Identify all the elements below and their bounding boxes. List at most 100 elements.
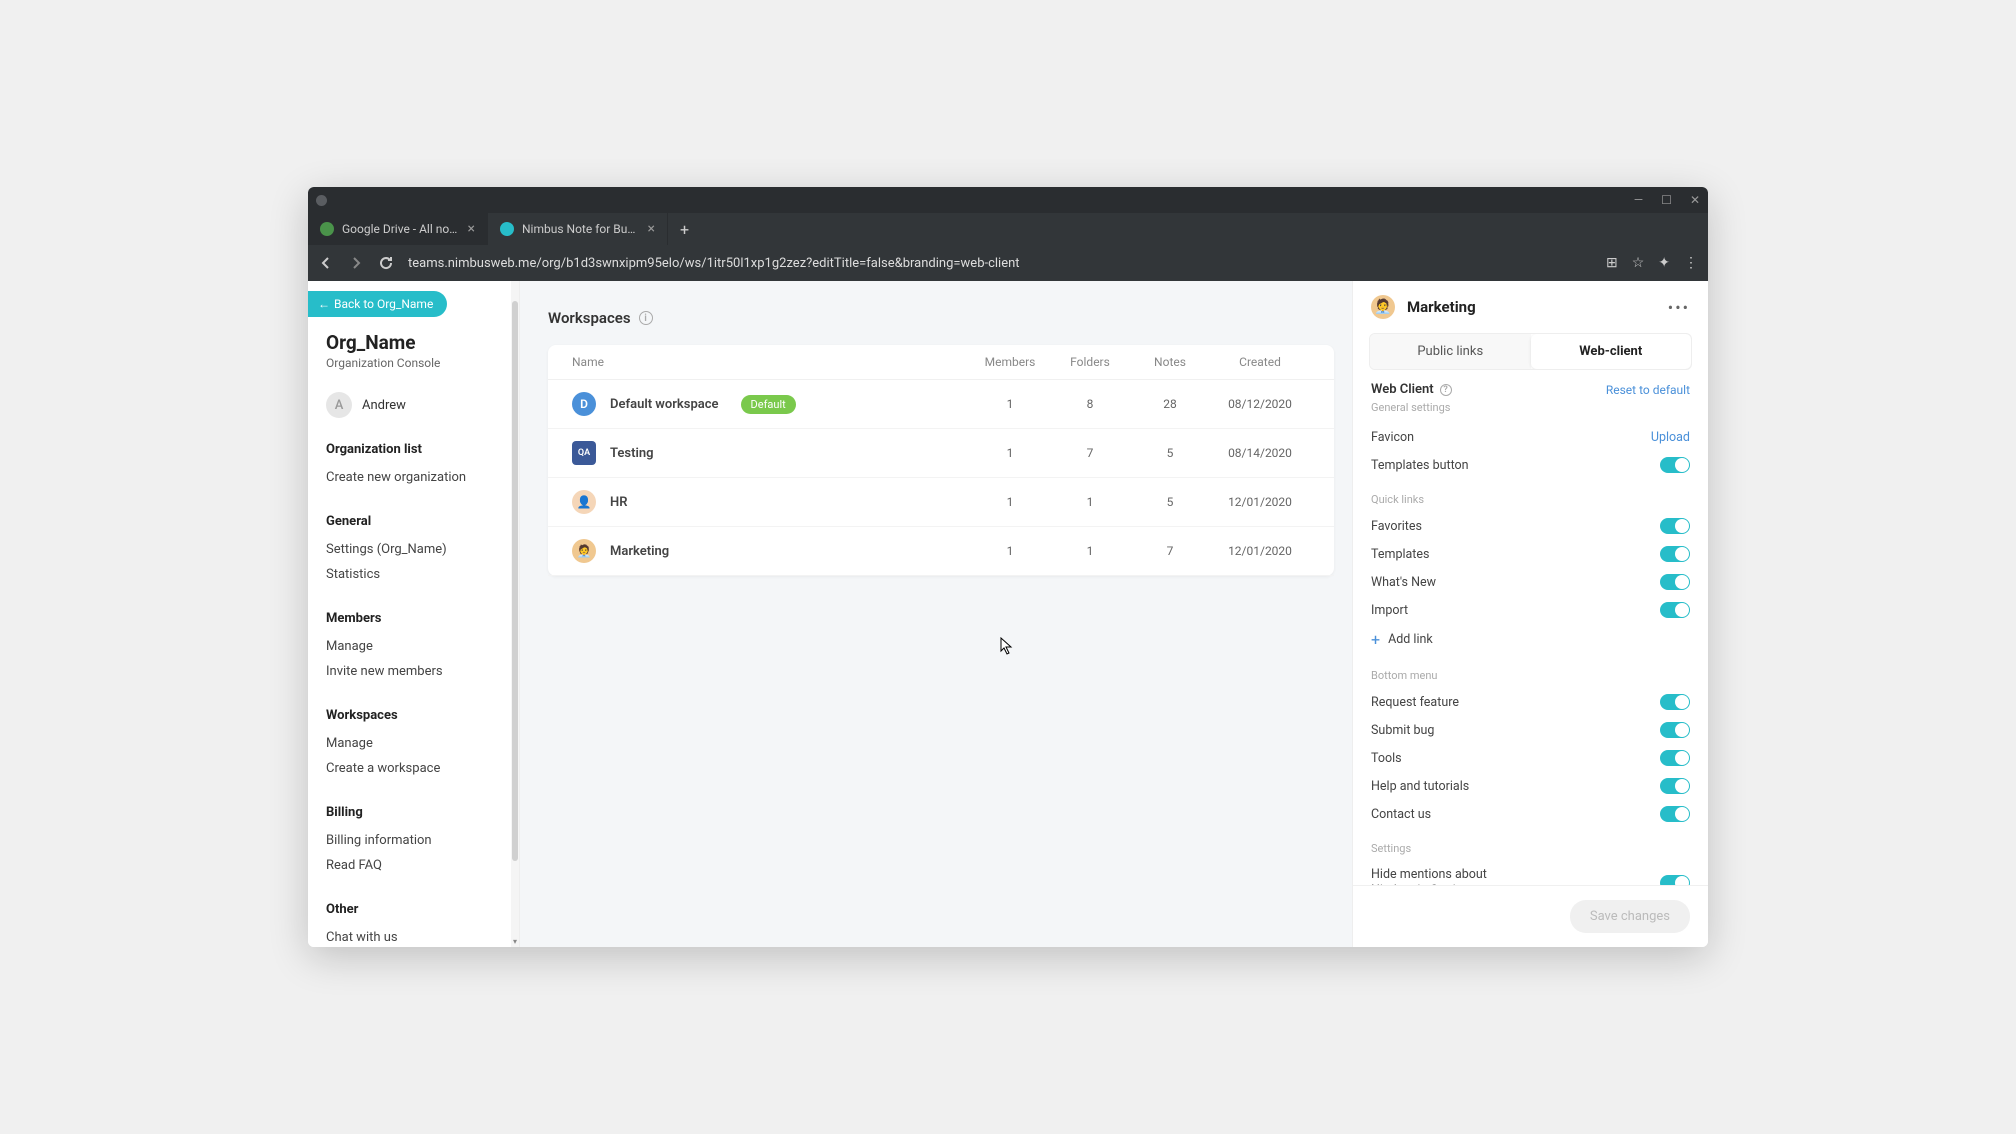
cell-created: 12/01/2020 bbox=[1210, 544, 1310, 558]
back-to-org-button[interactable]: ← Back to Org_Name bbox=[308, 291, 447, 317]
section-title-text: Web Client bbox=[1371, 382, 1434, 397]
cell-members: 1 bbox=[970, 446, 1050, 460]
add-link-label: Add link bbox=[1388, 632, 1433, 647]
bottom-menu-label: Contact us bbox=[1371, 807, 1431, 822]
nav-reload-icon[interactable] bbox=[378, 255, 394, 271]
browser-tab-active[interactable]: Nimbus Note for Business - Org... × bbox=[488, 213, 668, 245]
toggle-import[interactable] bbox=[1660, 602, 1690, 618]
scroll-down-icon[interactable]: ▾ bbox=[511, 937, 519, 947]
sidebar-item-create-org[interactable]: Create new organization bbox=[326, 465, 505, 490]
tab-title: Google Drive - All notes - N... bbox=[342, 222, 460, 236]
address-bar[interactable]: teams.nimbusweb.me/org/b1d3swnxipm95elo/… bbox=[408, 256, 1592, 271]
org-subtitle: Organization Console bbox=[326, 356, 505, 370]
quick-links-section-label: Quick links bbox=[1371, 493, 1690, 506]
upload-favicon-link[interactable]: Upload bbox=[1651, 430, 1690, 445]
cursor-icon bbox=[1000, 637, 1014, 659]
toggle-submit-bug[interactable] bbox=[1660, 722, 1690, 738]
settings-panel: 🧑‍💼 Marketing ••• Public links Web-clien… bbox=[1352, 281, 1708, 947]
toggle-templates-button[interactable] bbox=[1660, 457, 1690, 473]
sidebar-item-billing-info[interactable]: Billing information bbox=[326, 828, 505, 853]
arrow-left-icon: ← bbox=[318, 297, 330, 311]
section-head-other: Other bbox=[326, 902, 505, 917]
panel-title: Marketing bbox=[1407, 298, 1656, 316]
tab-public-links[interactable]: Public links bbox=[1370, 334, 1531, 369]
main-content: Workspaces i Name Members Folders Notes … bbox=[520, 281, 1352, 947]
add-link-button[interactable]: + Add link bbox=[1371, 624, 1690, 655]
window-minimize-icon[interactable]: — bbox=[1634, 193, 1643, 207]
quick-link-label: Templates bbox=[1371, 547, 1429, 562]
sidebar-item-settings[interactable]: Settings (Org_Name) bbox=[326, 537, 505, 562]
help-icon[interactable]: ? bbox=[1440, 384, 1452, 396]
browser-tab-inactive[interactable]: Google Drive - All notes - N... × bbox=[308, 213, 488, 245]
tab-web-client[interactable]: Web-client bbox=[1531, 334, 1692, 369]
tab-title: Nimbus Note for Business - Org... bbox=[522, 222, 640, 236]
section-head-members: Members bbox=[326, 611, 505, 626]
toggle-what-s-new[interactable] bbox=[1660, 574, 1690, 590]
sidebar-item-create-workspace[interactable]: Create a workspace bbox=[326, 756, 505, 781]
sidebar-item-manage-members[interactable]: Manage bbox=[326, 634, 505, 659]
toggle-hide-mentions[interactable] bbox=[1660, 875, 1690, 885]
window-titlebar: — ☐ ✕ bbox=[308, 187, 1708, 213]
section-head-general: General bbox=[326, 514, 505, 529]
quick-link-templates: Templates bbox=[1371, 540, 1690, 568]
section-head-billing: Billing bbox=[326, 805, 505, 820]
sidebar-item-invite-members[interactable]: Invite new members bbox=[326, 659, 505, 684]
col-folders: Folders bbox=[1050, 355, 1130, 369]
quick-link-label: What's New bbox=[1371, 575, 1436, 590]
sidebar-item-statistics[interactable]: Statistics bbox=[326, 562, 505, 587]
section-head-workspaces: Workspaces bbox=[326, 708, 505, 723]
nav-forward-icon[interactable] bbox=[348, 255, 364, 271]
bottom-menu-request-feature: Request feature bbox=[1371, 688, 1690, 716]
toggle-templates[interactable] bbox=[1660, 546, 1690, 562]
scrollbar-thumb[interactable] bbox=[512, 301, 518, 861]
window-close-icon[interactable]: ✕ bbox=[1690, 193, 1700, 207]
reset-to-default-link[interactable]: Reset to default bbox=[1606, 383, 1690, 397]
toggle-tools[interactable] bbox=[1660, 750, 1690, 766]
table-row[interactable]: 🧑‍💼Marketing11712/01/2020 bbox=[548, 527, 1334, 576]
user-name: Andrew bbox=[362, 398, 406, 413]
setting-templates-button: Templates button bbox=[1371, 451, 1690, 479]
tab-close-icon[interactable]: × bbox=[648, 221, 655, 237]
cell-created: 08/14/2020 bbox=[1210, 446, 1310, 460]
toggle-favorites[interactable] bbox=[1660, 518, 1690, 534]
info-icon[interactable]: i bbox=[639, 311, 653, 325]
toggle-contact-us[interactable] bbox=[1660, 806, 1690, 822]
table-row[interactable]: 👤HR11512/01/2020 bbox=[548, 478, 1334, 527]
new-tab-button[interactable]: + bbox=[668, 213, 701, 245]
col-created: Created bbox=[1210, 355, 1310, 369]
cell-created: 12/01/2020 bbox=[1210, 495, 1310, 509]
extensions-icon[interactable]: ✦ bbox=[1658, 255, 1670, 271]
toggle-request-feature[interactable] bbox=[1660, 694, 1690, 710]
toggle-help-and-tutorials[interactable] bbox=[1660, 778, 1690, 794]
workspace-name: Default workspace bbox=[610, 397, 719, 412]
bottom-menu-tools: Tools bbox=[1371, 744, 1690, 772]
col-name: Name bbox=[572, 355, 970, 369]
table-row[interactable]: DDefault workspaceDefault182808/12/2020 bbox=[548, 380, 1334, 429]
sidebar-item-manage-workspaces[interactable]: Manage bbox=[326, 731, 505, 756]
bottom-menu-section-label: Bottom menu bbox=[1371, 669, 1690, 682]
translate-icon[interactable]: ⊞ bbox=[1606, 255, 1618, 271]
nav-back-icon[interactable] bbox=[318, 255, 334, 271]
sidebar-scrollbar[interactable]: ▾ bbox=[511, 281, 519, 947]
browser-menu-icon[interactable]: ⋮ bbox=[1684, 255, 1698, 271]
current-user[interactable]: A Andrew bbox=[326, 392, 505, 418]
panel-footer: Save changes bbox=[1353, 885, 1708, 947]
table-row[interactable]: QATesting17508/14/2020 bbox=[548, 429, 1334, 478]
sidebar-item-read-faq[interactable]: Read FAQ bbox=[326, 853, 505, 878]
workspaces-table: Name Members Folders Notes Created DDefa… bbox=[548, 345, 1334, 576]
tab-favicon-icon bbox=[320, 222, 334, 236]
tab-close-icon[interactable]: × bbox=[468, 221, 475, 237]
cell-folders: 7 bbox=[1050, 446, 1130, 460]
quick-link-label: Import bbox=[1371, 603, 1408, 618]
app-container: ▾ ← Back to Org_Name Org_Name Organizati… bbox=[308, 281, 1708, 947]
cell-folders: 1 bbox=[1050, 544, 1130, 558]
quick-link-favorites: Favorites bbox=[1371, 512, 1690, 540]
hide-mentions-label: Hide mentions about Nimbus in Settings bbox=[1371, 867, 1531, 885]
workspace-name: Marketing bbox=[610, 544, 669, 559]
workspace-name: Testing bbox=[610, 446, 653, 461]
window-maximize-icon[interactable]: ☐ bbox=[1661, 193, 1672, 207]
save-changes-button[interactable]: Save changes bbox=[1570, 900, 1690, 933]
sidebar-item-chat[interactable]: Chat with us bbox=[326, 925, 505, 947]
more-icon[interactable]: ••• bbox=[1668, 298, 1690, 317]
bookmark-icon[interactable]: ☆ bbox=[1632, 255, 1645, 271]
